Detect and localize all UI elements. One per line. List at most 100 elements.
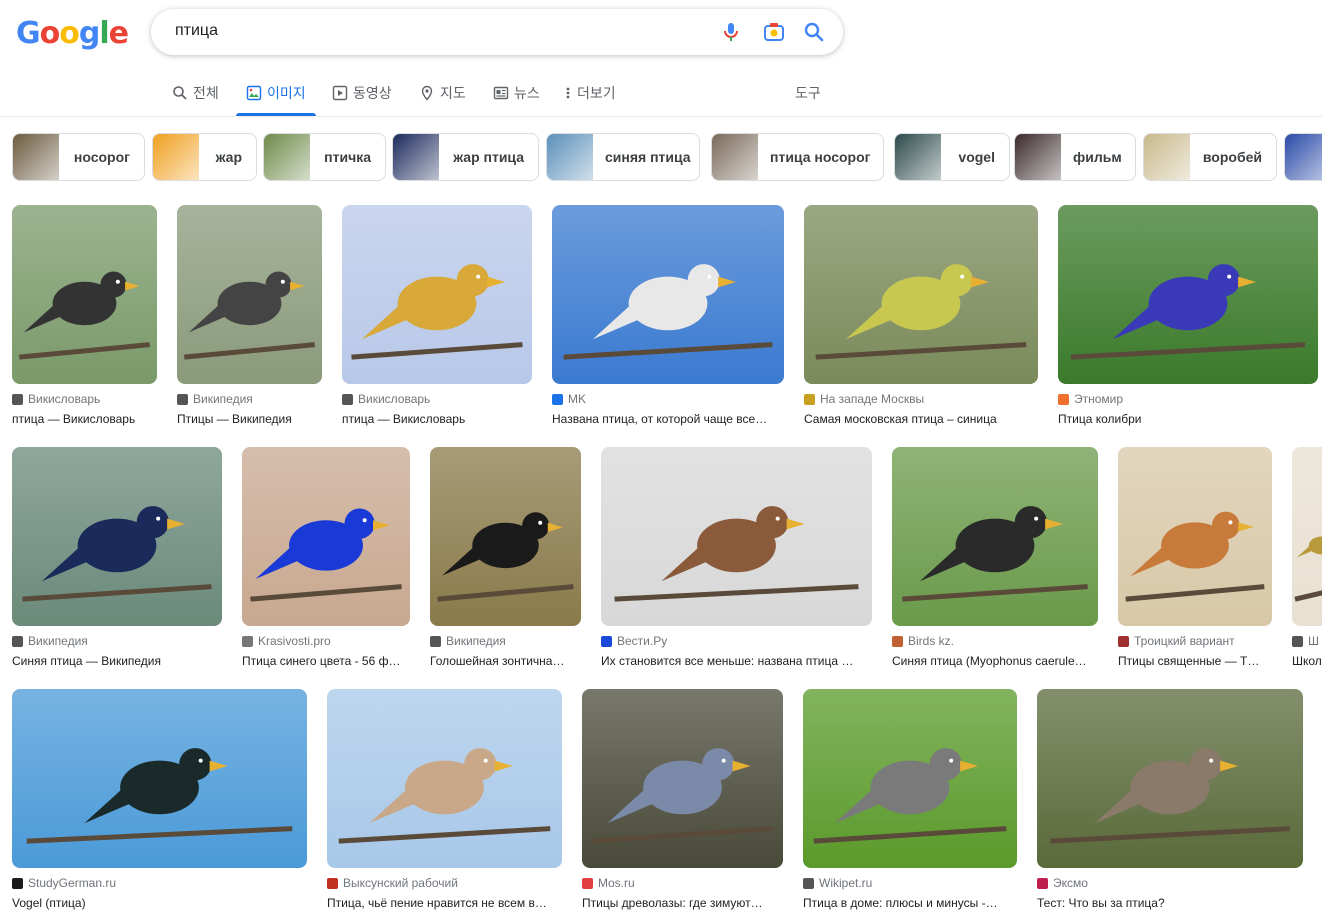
result-source[interactable]: Троицкий вариант: [1118, 634, 1272, 648]
result-thumbnail[interactable]: [1058, 205, 1318, 384]
image-result[interactable]: Википедия Синяя птица — Википедия: [12, 447, 222, 682]
result-thumbnail[interactable]: [601, 447, 872, 626]
tab-more[interactable]: 더보기: [564, 70, 616, 116]
source-name: Википедия: [28, 634, 88, 648]
tab-news[interactable]: 뉴스: [493, 70, 540, 116]
result-source[interactable]: StudyGerman.ru: [12, 876, 307, 890]
favicon-icon: [430, 635, 441, 647]
chip-thumbnail: [895, 134, 941, 180]
camera-icon[interactable]: [762, 20, 786, 44]
result-thumbnail[interactable]: [552, 205, 784, 384]
result-source[interactable]: На западе Москвы: [804, 392, 1038, 406]
related-chip[interactable]: жар птица: [392, 133, 539, 181]
result-title[interactable]: Vogel (птица): [12, 896, 307, 910]
image-result[interactable]: Ш Школ: [1292, 447, 1322, 682]
result-title[interactable]: птица — Викисловарь: [12, 412, 157, 426]
result-source[interactable]: Mos.ru: [582, 876, 783, 890]
image-result[interactable]: Wikipet.ru Птица в доме: плюсы и минусы -…: [803, 689, 1017, 924]
result-thumbnail[interactable]: [804, 205, 1038, 384]
result-title[interactable]: Названа птица, от которой чаще все…: [552, 412, 784, 426]
tab-maps[interactable]: 지도: [419, 70, 466, 116]
result-source[interactable]: MK: [552, 392, 784, 406]
image-result[interactable]: Викисловарь птица — Викисловарь: [342, 205, 532, 440]
result-thumbnail[interactable]: [1037, 689, 1303, 868]
related-chip[interactable]: птица носорог: [711, 133, 884, 181]
result-thumbnail[interactable]: [582, 689, 783, 868]
related-chip[interactable]: носорог: [12, 133, 145, 181]
result-title[interactable]: Синяя птица — Википедия: [12, 654, 222, 668]
tab-images[interactable]: 이미지: [236, 70, 316, 116]
result-source[interactable]: Этномир: [1058, 392, 1318, 406]
related-chip[interactable]: воробей: [1143, 133, 1277, 181]
result-title[interactable]: Птицы — Википедия: [177, 412, 322, 426]
result-thumbnail[interactable]: [430, 447, 581, 626]
image-result[interactable]: Эксмо Тест: Что вы за птица?: [1037, 689, 1303, 924]
search-input[interactable]: [173, 21, 697, 41]
result-source[interactable]: Вести.Ру: [601, 634, 872, 648]
result-thumbnail[interactable]: [892, 447, 1098, 626]
mic-icon[interactable]: [719, 20, 743, 44]
result-thumbnail[interactable]: [242, 447, 410, 626]
result-title[interactable]: Самая московская птица – синица: [804, 412, 1038, 426]
result-source[interactable]: Wikipet.ru: [803, 876, 1017, 890]
tools-button[interactable]: 도구: [795, 70, 821, 116]
related-chip[interactable]: фильм: [1014, 133, 1136, 181]
result-source[interactable]: Krasivosti.pro: [242, 634, 410, 648]
result-source[interactable]: Викисловарь: [12, 392, 157, 406]
image-result[interactable]: Выксунский рабочий Птица, чьё пение нрави…: [327, 689, 562, 924]
result-thumbnail[interactable]: [12, 447, 222, 626]
image-result[interactable]: На западе Москвы Самая московская птица –…: [804, 205, 1038, 440]
result-title[interactable]: Птица, чьё пение нравится не всем в…: [327, 896, 562, 910]
result-source[interactable]: Википедия: [12, 634, 222, 648]
result-thumbnail[interactable]: [327, 689, 562, 868]
tab-all[interactable]: 전체: [172, 70, 219, 116]
result-title[interactable]: Птицы священные — Т…: [1118, 654, 1272, 668]
image-result[interactable]: Вести.Ру Их становится все меньше: назван…: [601, 447, 872, 682]
result-title[interactable]: Голошейная зонтична…: [430, 654, 581, 668]
search-box[interactable]: [151, 9, 843, 55]
result-source[interactable]: Википедия: [177, 392, 322, 406]
result-thumbnail[interactable]: [12, 205, 157, 384]
chip-thumbnail: [1285, 134, 1322, 180]
related-chip[interactable]: синяя птица: [546, 133, 700, 181]
result-source[interactable]: Birds kz.: [892, 634, 1098, 648]
result-source[interactable]: Викисловарь: [342, 392, 532, 406]
result-title[interactable]: Синяя птица (Myophonus caerule…: [892, 654, 1098, 668]
result-title[interactable]: Школ: [1292, 654, 1322, 668]
result-source[interactable]: Выксунский рабочий: [327, 876, 562, 890]
favicon-icon: [12, 393, 23, 405]
image-result[interactable]: MK Названа птица, от которой чаще все…: [552, 205, 784, 440]
result-title[interactable]: Птицы древолазы: где зимуют…: [582, 896, 783, 910]
search-icon[interactable]: [802, 20, 826, 44]
image-result[interactable]: Викисловарь птица — Викисловарь: [12, 205, 157, 440]
related-chip[interactable]: [1284, 133, 1322, 181]
image-result[interactable]: Википедия Голошейная зонтична…: [430, 447, 581, 682]
result-thumbnail[interactable]: [1118, 447, 1272, 626]
result-source[interactable]: Википедия: [430, 634, 581, 648]
image-result[interactable]: Krasivosti.pro Птица синего цвета - 56 ф…: [242, 447, 410, 682]
google-logo[interactable]: Google: [16, 16, 129, 51]
result-thumbnail[interactable]: [1292, 447, 1322, 626]
result-title[interactable]: Птица колибри: [1058, 412, 1318, 426]
result-title[interactable]: птица — Викисловарь: [342, 412, 532, 426]
image-result[interactable]: Mos.ru Птицы древолазы: где зимуют…: [582, 689, 783, 924]
image-result[interactable]: StudyGerman.ru Vogel (птица): [12, 689, 307, 924]
result-thumbnail[interactable]: [342, 205, 532, 384]
image-result[interactable]: Википедия Птицы — Википедия: [177, 205, 322, 440]
result-title[interactable]: Тест: Что вы за птица?: [1037, 896, 1303, 910]
result-title[interactable]: Птица в доме: плюсы и минусы -…: [803, 896, 1017, 910]
related-chip[interactable]: жар: [152, 133, 257, 181]
image-result[interactable]: Birds kz. Синяя птица (Myophonus caerule…: [892, 447, 1098, 682]
result-thumbnail[interactable]: [803, 689, 1017, 868]
result-thumbnail[interactable]: [177, 205, 322, 384]
result-source[interactable]: Ш: [1292, 634, 1322, 648]
related-chip[interactable]: птичка: [263, 133, 386, 181]
related-chip[interactable]: vogel: [894, 133, 1010, 181]
result-source[interactable]: Эксмо: [1037, 876, 1303, 890]
image-result[interactable]: Этномир Птица колибри: [1058, 205, 1318, 440]
image-result[interactable]: Троицкий вариант Птицы священные — Т…: [1118, 447, 1272, 682]
result-title[interactable]: Их становится все меньше: названа птица …: [601, 654, 872, 668]
tab-videos[interactable]: 동영상: [332, 70, 392, 116]
result-title[interactable]: Птица синего цвета - 56 ф…: [242, 654, 410, 668]
result-thumbnail[interactable]: [12, 689, 307, 868]
